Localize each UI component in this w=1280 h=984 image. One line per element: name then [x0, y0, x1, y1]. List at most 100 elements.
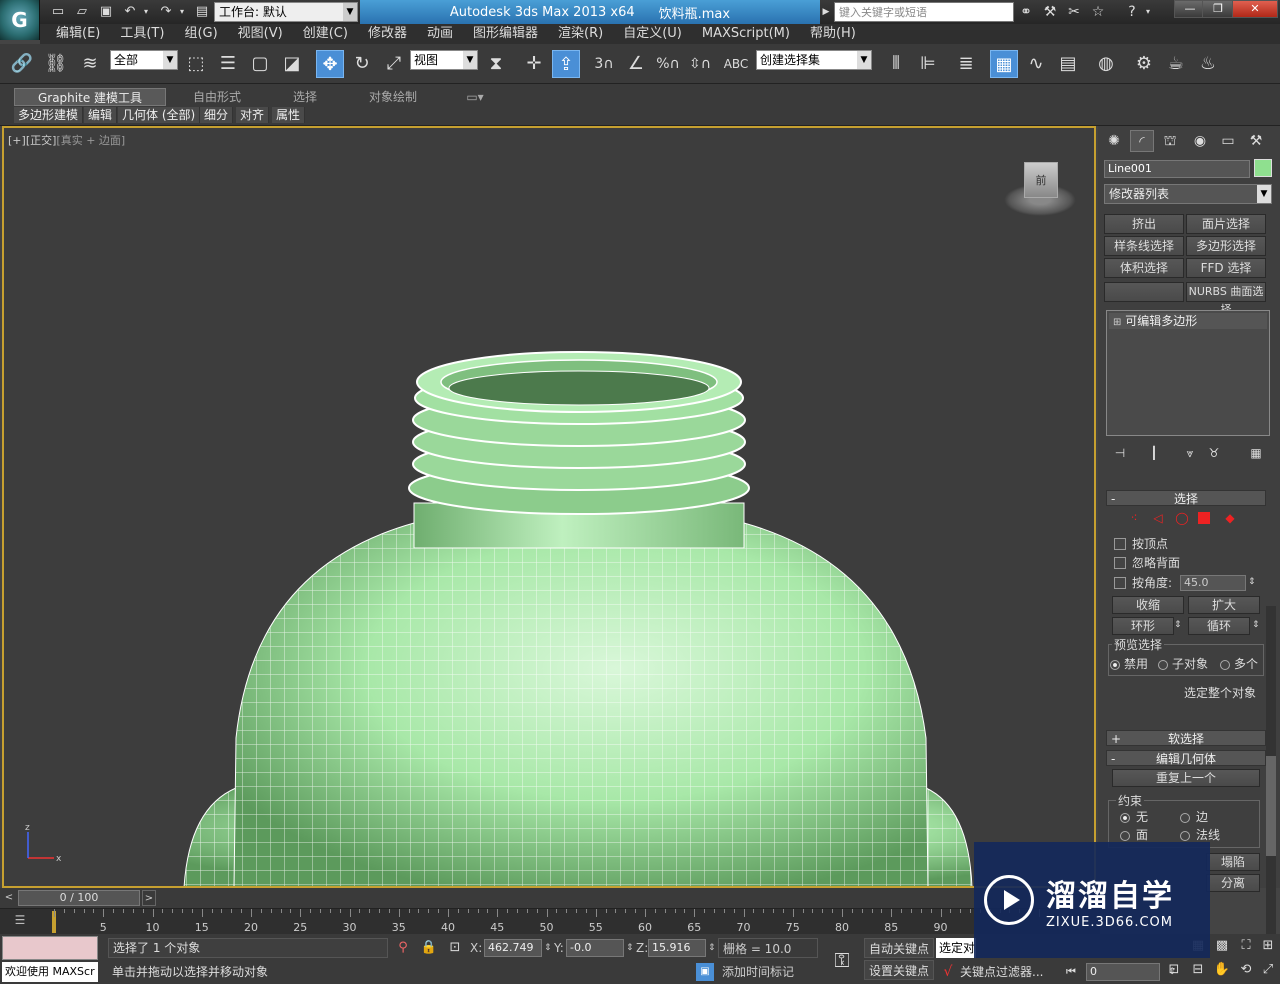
tab-graphite-modeling[interactable]: Graphite 建模工具 [14, 88, 166, 106]
repeat-last-button[interactable]: 重复上一个 [1112, 769, 1260, 787]
soft-selection-rollout-header[interactable]: + 软选择 [1106, 730, 1266, 746]
subtab-properties[interactable]: 属性 [272, 107, 306, 123]
new-file-icon[interactable]: ▭ [48, 3, 68, 21]
undo-icon[interactable]: ↶ [120, 3, 140, 21]
orbit-icon[interactable]: ⟲ [1236, 960, 1256, 980]
display-tab-icon[interactable]: ▭ [1216, 130, 1240, 152]
poly-select-button[interactable]: 多边形选择 [1186, 236, 1266, 256]
workspace-dropdown[interactable]: 工作台: 默认 ▼ [214, 2, 358, 22]
menu-animation[interactable]: 动画 [417, 24, 463, 44]
mini-curve-editor-icon[interactable]: ☰ [10, 913, 30, 931]
create-tab-icon[interactable]: ✺ [1102, 130, 1126, 152]
expand-icon[interactable]: ⊞ [1113, 317, 1121, 328]
modify-tab-icon[interactable]: ◜ [1130, 130, 1154, 152]
vol-select-button[interactable]: 体积选择 [1104, 258, 1184, 278]
polygon-mode-icon[interactable] [1198, 512, 1210, 524]
menu-maxscript[interactable]: MAXScript(M) [692, 24, 800, 44]
ribbon-options-icon[interactable]: ▭▾ [462, 88, 488, 106]
hierarchy-tab-icon[interactable]: ⛫ [1158, 130, 1182, 152]
bind-space-warp-icon[interactable]: ≋ [76, 50, 104, 78]
menu-modifiers[interactable]: 修改器 [358, 24, 417, 44]
collapse-button[interactable]: 塌陷 [1206, 853, 1260, 871]
grow-button[interactable]: 扩大 [1188, 596, 1260, 614]
z-spinner-icon[interactable]: ⇕ [708, 938, 716, 958]
tab-freeform[interactable]: 自由形式 [172, 88, 262, 106]
subtab-subdivision[interactable]: 细分 [200, 107, 234, 123]
ffd-select-button[interactable]: FFD 选择 [1186, 258, 1266, 278]
preview-subobject-radio[interactable] [1158, 660, 1168, 670]
material-editor-icon[interactable]: ◍ [1092, 50, 1120, 78]
ignore-backfacing-checkbox[interactable] [1114, 557, 1126, 569]
spline-select-button[interactable]: 样条线选择 [1104, 236, 1184, 256]
extrude-modifier-button[interactable]: 挤出 [1104, 214, 1184, 234]
menu-group[interactable]: 组(G) [174, 24, 227, 44]
mirror-icon[interactable]: ⫴ [882, 50, 910, 78]
link-icon[interactable]: 🔗 [8, 50, 36, 78]
zoom-extents-all-icon[interactable]: ⛶ [1236, 936, 1256, 956]
current-frame-field[interactable]: 0 [1086, 963, 1160, 981]
previous-frame-icon[interactable]: < [2, 890, 16, 906]
keyboard-shortcut-override-icon[interactable]: ⇪ [552, 50, 580, 78]
edge-mode-icon[interactable]: ◁ [1150, 511, 1166, 525]
schematic-view-icon[interactable]: ▤ [1054, 50, 1082, 78]
unlink-icon[interactable]: ⛓ [42, 50, 70, 78]
auto-key-button[interactable]: 自动关键点 [864, 938, 934, 958]
empty-modifier-button[interactable] [1104, 282, 1184, 302]
go-to-start-icon[interactable]: ⏮ [1060, 962, 1082, 982]
select-and-scale-icon[interactable]: ⤢ [380, 50, 408, 78]
loop-button[interactable]: 循环 [1188, 617, 1250, 635]
search-input[interactable]: 键入关键字或短语 [834, 2, 1014, 22]
set-key-icon[interactable]: ⚿ [824, 940, 860, 980]
loop-spinner-icon[interactable]: ⇕ [1252, 618, 1260, 632]
y-coordinate-field[interactable]: -0.0 [566, 939, 624, 957]
curve-editor-icon[interactable]: ∿ [1022, 50, 1050, 78]
constraint-edge-radio[interactable] [1180, 813, 1190, 823]
element-mode-icon[interactable]: ◆ [1222, 511, 1238, 525]
redo-icon[interactable]: ↷ [156, 3, 176, 21]
y-spinner-icon[interactable]: ⇕ [626, 938, 634, 958]
absolute-mode-icon[interactable]: ⊡ [446, 938, 464, 958]
select-object-icon[interactable]: ⬚ [182, 50, 210, 78]
zoom-all-icon[interactable]: ▩ [1212, 936, 1232, 956]
time-tag-icon[interactable]: ▣ [696, 963, 714, 981]
render-setup-icon[interactable]: ⚙ [1130, 50, 1158, 78]
nurbs-surface-select-button[interactable]: NURBS 曲面选择 [1186, 282, 1266, 316]
menu-help[interactable]: 帮助(H) [800, 24, 866, 44]
remove-modifier-icon[interactable]: ♉ [1204, 444, 1224, 462]
angle-snap-icon[interactable]: ∠ [622, 50, 650, 78]
patch-select-button[interactable]: 面片选择 [1186, 214, 1266, 234]
utilities-tab-icon[interactable]: ⚒ [1244, 130, 1268, 152]
select-and-move-icon[interactable]: ✥ [316, 50, 344, 78]
menu-create[interactable]: 创建(C) [293, 24, 358, 44]
preview-disabled-radio[interactable] [1110, 660, 1120, 670]
named-selection-dropdown[interactable]: 创建选择集 ▼ [756, 50, 872, 70]
undo-dropdown-icon[interactable]: ▾ [140, 3, 152, 21]
tab-selection[interactable]: 选择 [268, 88, 342, 106]
subtab-polygon-modeling[interactable]: 多边形建模 [14, 107, 84, 123]
spinner-snap-icon[interactable]: ⇳∩ [686, 50, 714, 78]
constraint-normal-radio[interactable] [1180, 831, 1190, 841]
viewcube-face[interactable]: 前 [1024, 162, 1058, 198]
align-icon[interactable]: ⊫ [914, 50, 942, 78]
subscription-icon[interactable]: ⚒ [1040, 3, 1060, 21]
save-file-icon[interactable]: ▣ [96, 3, 116, 21]
layer-manager-icon[interactable]: ≣ [952, 50, 980, 78]
next-frame-icon[interactable]: > [142, 890, 156, 906]
z-coordinate-field[interactable]: 15.916 [648, 939, 706, 957]
selection-filter-dropdown[interactable]: 全部 ▼ [110, 50, 178, 70]
zoom-region-icon[interactable]: ⊞ [1258, 936, 1278, 956]
ring-button[interactable]: 环形 [1112, 617, 1174, 635]
binoculars-icon[interactable]: ⚭ [1016, 3, 1036, 21]
ring-spinner-icon[interactable]: ⇕ [1174, 618, 1182, 632]
manipulate-icon[interactable]: ✛ [520, 50, 548, 78]
play-right-icon[interactable]: ▶ [820, 3, 832, 21]
rectangular-selection-icon[interactable]: ▢ [246, 50, 274, 78]
x-spinner-icon[interactable]: ⇕ [544, 938, 552, 958]
close-button[interactable]: ✕ [1232, 0, 1278, 18]
command-panel-scrollbar[interactable] [1266, 606, 1276, 984]
set-key-button[interactable]: 设置关键点 [864, 960, 934, 980]
angle-spinner[interactable]: 45.0 [1180, 575, 1246, 591]
scrollbar-thumb[interactable] [1266, 756, 1276, 856]
by-vertex-checkbox[interactable] [1114, 538, 1126, 550]
detach-button[interactable]: 分离 [1206, 874, 1260, 892]
